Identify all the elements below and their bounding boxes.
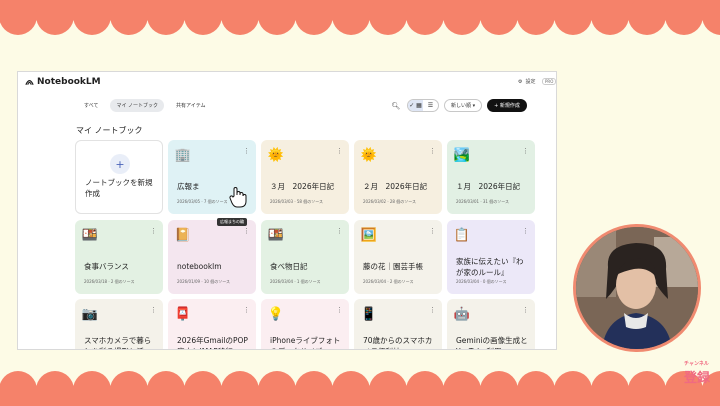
notebook-card[interactable]: 📔 ⋮ notebooklm 2026/01/09 · 10 個のソース (168, 220, 256, 294)
more-options-icon[interactable]: ⋮ (150, 306, 157, 314)
notebook-title: １月 2026年日記 (456, 182, 521, 191)
notebook-meta: 2026/03/18 · 2 個のソース (84, 279, 135, 284)
hand-cursor-icon (229, 186, 247, 212)
more-options-icon[interactable]: ⋮ (522, 147, 529, 155)
more-options-icon[interactable]: ⋮ (336, 306, 343, 314)
subscribe-label: 登録 (684, 371, 711, 386)
notebook-card[interactable]: 🍱 ⋮ 食べ物日記 2026/03/04 · 1 個のソース (261, 220, 349, 294)
create-new-button[interactable]: + 新規作成 (487, 99, 527, 112)
notebook-card[interactable]: 💡 ⋮ iPhoneライブフォトのデータサイズ… (261, 299, 349, 349)
notebook-emoji-icon: 📮 (174, 306, 192, 322)
notebook-emoji-icon: 📷 (81, 306, 99, 322)
more-options-icon[interactable]: ⋮ (243, 147, 250, 155)
new-notebook-label: ノートブックを新規作成 (85, 178, 153, 198)
section-title: マイ ノートブック (76, 126, 143, 135)
settings-label: 設定 (525, 79, 536, 85)
notebook-card[interactable]: 🖼️ ⋮ 藤の花｜園芸手帳 2026/03/04 · 2 個のソース (354, 220, 442, 294)
more-options-icon[interactable]: ⋮ (429, 227, 436, 235)
notebook-title: notebooklm (177, 262, 222, 271)
search-icon[interactable]: 🔍︎ (390, 100, 402, 112)
notebook-meta: 2026/03/05 · 7 個のソース (177, 199, 228, 204)
tab-shared[interactable]: 共有アイテム (170, 99, 212, 112)
scallop-border-top (0, 0, 720, 35)
notebook-emoji-icon: 📔 (174, 227, 192, 243)
channel-label: チャンネル (684, 361, 709, 367)
gear-icon: ⚙ (518, 78, 523, 85)
settings-button[interactable]: ⚙ 設定 (518, 78, 536, 86)
notebook-title: ２月 2026年日記 (363, 182, 428, 191)
notebook-title: Geminiの画像生成とYouTube利用：… (456, 336, 528, 349)
notebook-title: 食べ物日記 (270, 262, 308, 271)
notebook-meta: 2026/03/01 · 31 個のソース (456, 199, 510, 204)
notebook-card[interactable]: 📮 ⋮ 2026年GmailのPOP廃止とIMAP移行… (168, 299, 256, 349)
notebook-emoji-icon: 💡 (267, 306, 285, 322)
notebooklm-logo-icon (25, 80, 34, 85)
notebook-emoji-icon: 🍱 (81, 227, 99, 243)
notebook-emoji-icon: 🖼️ (360, 227, 378, 243)
notebook-emoji-icon: 🏞️ (453, 147, 471, 163)
more-options-icon[interactable]: ⋮ (150, 227, 157, 235)
notebook-card[interactable]: 🍱 ⋮ 食事バランス 2026/03/18 · 2 個のソース (75, 220, 163, 294)
notebook-title: ３月 2026年日記 (270, 182, 335, 191)
notebook-emoji-icon: 🤖 (453, 306, 471, 322)
view-toggle: ✓ ▦ ☰ (407, 99, 439, 112)
notebook-card[interactable]: 🤖 ⋮ Geminiの画像生成とYouTube利用：… (447, 299, 535, 349)
notebook-title: 2026年GmailのPOP廃止とIMAP移行… (177, 336, 248, 349)
notebook-emoji-icon: 🌞 (267, 147, 285, 163)
pro-badge: PRO (542, 78, 556, 85)
top-bar: NotebookLM ⚙ 設定 PRO (18, 72, 556, 94)
more-options-icon[interactable]: ⋮ (243, 306, 250, 314)
notebook-title: 藤の花｜園芸手帳 (363, 262, 423, 271)
more-options-icon[interactable]: ⋮ (336, 227, 343, 235)
notebook-card[interactable]: 🌞 ⋮ ２月 2026年日記 2026/03/02 · 28 個のソース (354, 140, 442, 214)
notebook-title: スマホカメラで暮らしを彩る撮影と活… (84, 336, 152, 349)
tooltip: 広報まちの輪 (217, 218, 247, 226)
notebook-card[interactable]: 🏞️ ⋮ １月 2026年日記 2026/03/01 · 31 個のソース (447, 140, 535, 214)
notebook-card[interactable]: 📋 ⋮ 家族に伝えたい『わが家のルール』 2026/03/04 · 0 個のソース (447, 220, 535, 294)
notebook-emoji-icon: 📋 (453, 227, 471, 243)
notebook-title: 食事バランス (84, 262, 129, 271)
new-notebook-card[interactable]: + ノートブックを新規作成 (75, 140, 163, 214)
filter-tabs: すべて マイ ノートブック 共有アイテム (78, 99, 212, 112)
plus-icon: + (110, 154, 130, 174)
sort-dropdown[interactable]: 新しい順 ▾ (444, 99, 483, 112)
app-name: NotebookLM (37, 77, 101, 87)
notebook-meta: 2026/03/04 · 2 個のソース (363, 279, 414, 284)
toolbar: 🔍︎ ✓ ▦ ☰ 新しい順 ▾ + 新規作成 (390, 99, 527, 112)
notebook-title: 70歳からのスマホカメラ便利帖 (363, 336, 433, 349)
notebook-title: 家族に伝えたい『わが家のルール』 (456, 257, 524, 277)
presenter-webcam (573, 224, 701, 352)
more-options-icon[interactable]: ⋮ (429, 306, 436, 314)
tab-all[interactable]: すべて (78, 99, 104, 112)
notebook-emoji-icon: 📱 (360, 306, 378, 322)
notebook-emoji-icon: 🍱 (267, 227, 285, 243)
notebook-meta: 2026/01/09 · 10 個のソース (177, 279, 231, 284)
notebook-meta: 2026/03/04 · 1 個のソース (270, 279, 321, 284)
list-view-button[interactable]: ☰ (423, 100, 438, 111)
more-options-icon[interactable]: ⋮ (522, 306, 529, 314)
scallop-border-bottom (0, 371, 720, 406)
tab-my-notebooks[interactable]: マイ ノートブック (110, 99, 165, 112)
notebook-card[interactable]: 📷 ⋮ スマホカメラで暮らしを彩る撮影と活… (75, 299, 163, 349)
more-options-icon[interactable]: ⋮ (522, 227, 529, 235)
more-options-icon[interactable]: ⋮ (336, 147, 343, 155)
grid-view-button[interactable]: ✓ ▦ (408, 100, 423, 111)
notebook-meta: 2026/03/02 · 28 個のソース (363, 199, 417, 204)
notebook-title: iPhoneライブフォトのデータサイズ… (270, 336, 341, 349)
notebook-meta: 2026/03/03 · 58 個のソース (270, 199, 324, 204)
notebook-card[interactable]: 📱 ⋮ 70歳からのスマホカメラ便利帖 (354, 299, 442, 349)
more-options-icon[interactable]: ⋮ (243, 227, 250, 235)
notebook-meta: 2026/03/04 · 0 個のソース (456, 279, 507, 284)
notebook-emoji-icon: 🌞 (360, 147, 378, 163)
app-logo[interactable]: NotebookLM (25, 77, 101, 87)
notebook-card[interactable]: 🌞 ⋮ ３月 2026年日記 2026/03/03 · 58 個のソース (261, 140, 349, 214)
more-options-icon[interactable]: ⋮ (429, 147, 436, 155)
notebook-emoji-icon: 🏢 (174, 147, 192, 163)
notebooklm-window: NotebookLM ⚙ 設定 PRO すべて マイ ノートブック 共有アイテム… (17, 71, 557, 350)
